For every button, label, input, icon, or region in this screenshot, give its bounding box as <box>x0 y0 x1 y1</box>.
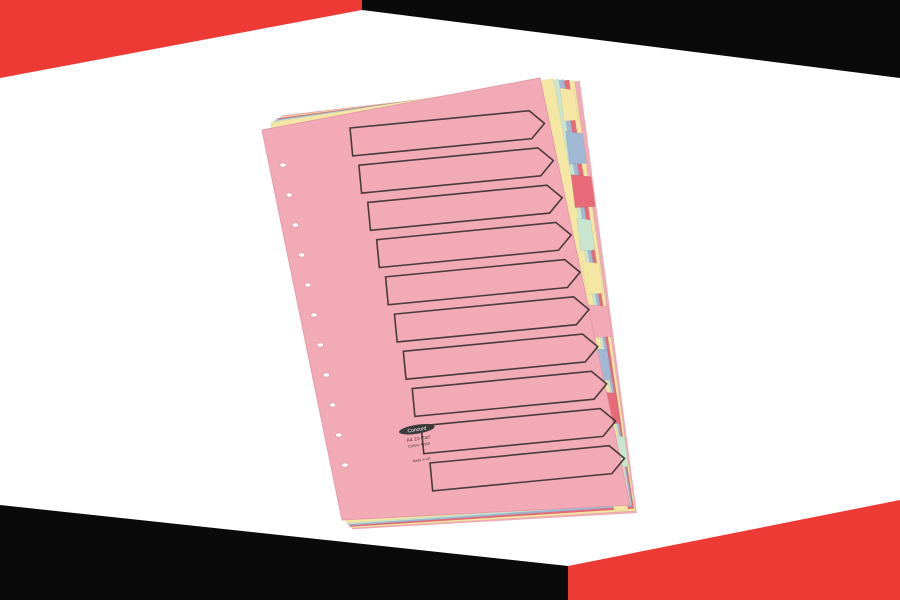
punch-hole <box>341 462 349 468</box>
divider-tab <box>570 174 596 208</box>
punch-hole <box>316 342 324 348</box>
product-image-stage: Concord A4 10 Part Colour Mylar Made in … <box>0 0 900 600</box>
punch-hole <box>285 192 293 198</box>
punch-hole <box>279 162 287 168</box>
punch-hole <box>310 312 318 318</box>
punch-hole <box>335 432 343 438</box>
punch-hole <box>304 282 312 288</box>
punch-hole <box>298 252 306 258</box>
punch-hole <box>291 222 299 228</box>
punch-hole <box>322 372 330 378</box>
divider-set-illustration: Concord A4 10 Part Colour Mylar Made in … <box>261 77 637 530</box>
punch-hole <box>329 402 337 408</box>
